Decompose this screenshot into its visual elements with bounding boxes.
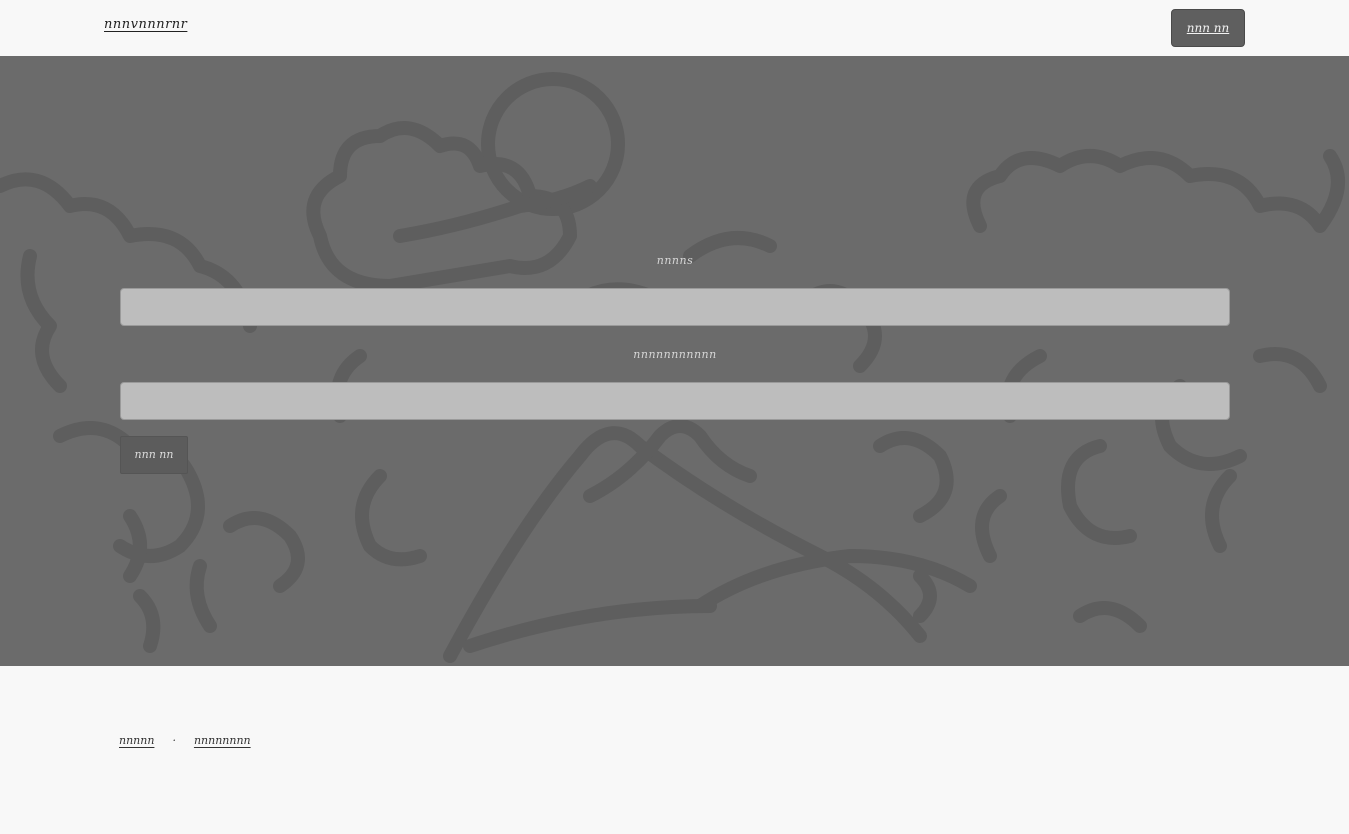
header-action-button[interactable]: nnn nn	[1171, 9, 1245, 47]
footer: nnnnn · nnnnnnnn	[0, 666, 1349, 834]
doodle-background-illustration	[0, 72, 1345, 663]
field2-label: nnnnnnnnnnn	[633, 348, 717, 361]
footer-link-2[interactable]: nnnnnnnn	[194, 734, 251, 747]
footer-separator: ·	[172, 734, 176, 747]
field1-input[interactable]	[120, 288, 1230, 326]
field2-input[interactable]	[120, 382, 1230, 420]
submit-button[interactable]: nnn nn	[120, 436, 188, 474]
hero-section: nnnns nnnnnnnnnnn nnn nn	[0, 56, 1349, 666]
footer-links: nnnnn · nnnnnnnn	[119, 734, 251, 747]
footer-link-1[interactable]: nnnnn	[119, 734, 154, 747]
field1-label: nnnns	[656, 254, 694, 267]
brand-link[interactable]: nnnvnnnrnr	[104, 17, 187, 32]
top-navbar: nnnvnnnrnr nnn nn	[0, 0, 1349, 56]
